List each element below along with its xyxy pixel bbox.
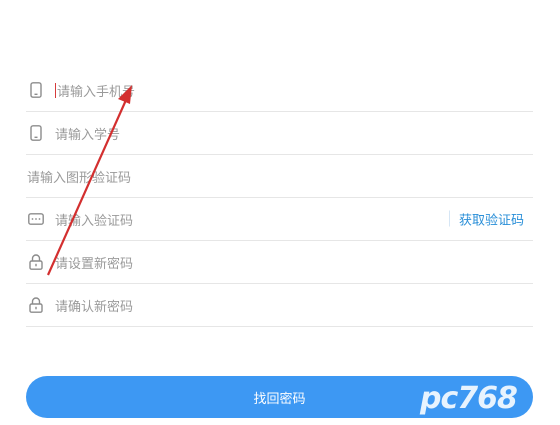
text-cursor xyxy=(55,82,56,98)
account-input[interactable]: 请输入学号 xyxy=(55,124,120,143)
captcha-field[interactable]: 请输入图形验证码 xyxy=(26,155,533,198)
captcha-input[interactable]: 请输入图形验证码 xyxy=(27,167,131,186)
get-code-button[interactable]: 获取验证码 xyxy=(448,210,524,229)
confirm-password-input[interactable]: 请确认新密码 xyxy=(55,296,133,315)
phone-placeholder: 请输入手机号 xyxy=(57,84,136,100)
lock-icon xyxy=(28,296,44,314)
account-field[interactable]: 请输入学号 xyxy=(26,112,533,155)
phone-field[interactable]: 请输入手机号 xyxy=(26,69,533,112)
phone-icon xyxy=(28,124,44,142)
watermark-logo: pc768 xyxy=(420,381,518,416)
new-password-input[interactable]: 请设置新密码 xyxy=(55,253,133,272)
sms-code-field[interactable]: 请输入验证码 获取验证码 xyxy=(26,198,533,241)
sms-code-input[interactable]: 请输入验证码 xyxy=(55,210,133,229)
phone-icon xyxy=(28,81,44,99)
new-password-field[interactable]: 请设置新密码 xyxy=(26,241,533,284)
phone-input[interactable]: 请输入手机号 xyxy=(55,81,135,100)
reset-password-form: 请输入手机号 请输入学号 请输入图形验证码 请输入验证码 获取验证码 请设置新密… xyxy=(26,69,533,327)
lock-icon xyxy=(28,253,44,271)
confirm-password-field[interactable]: 请确认新密码 xyxy=(26,284,533,327)
message-icon xyxy=(28,210,44,228)
